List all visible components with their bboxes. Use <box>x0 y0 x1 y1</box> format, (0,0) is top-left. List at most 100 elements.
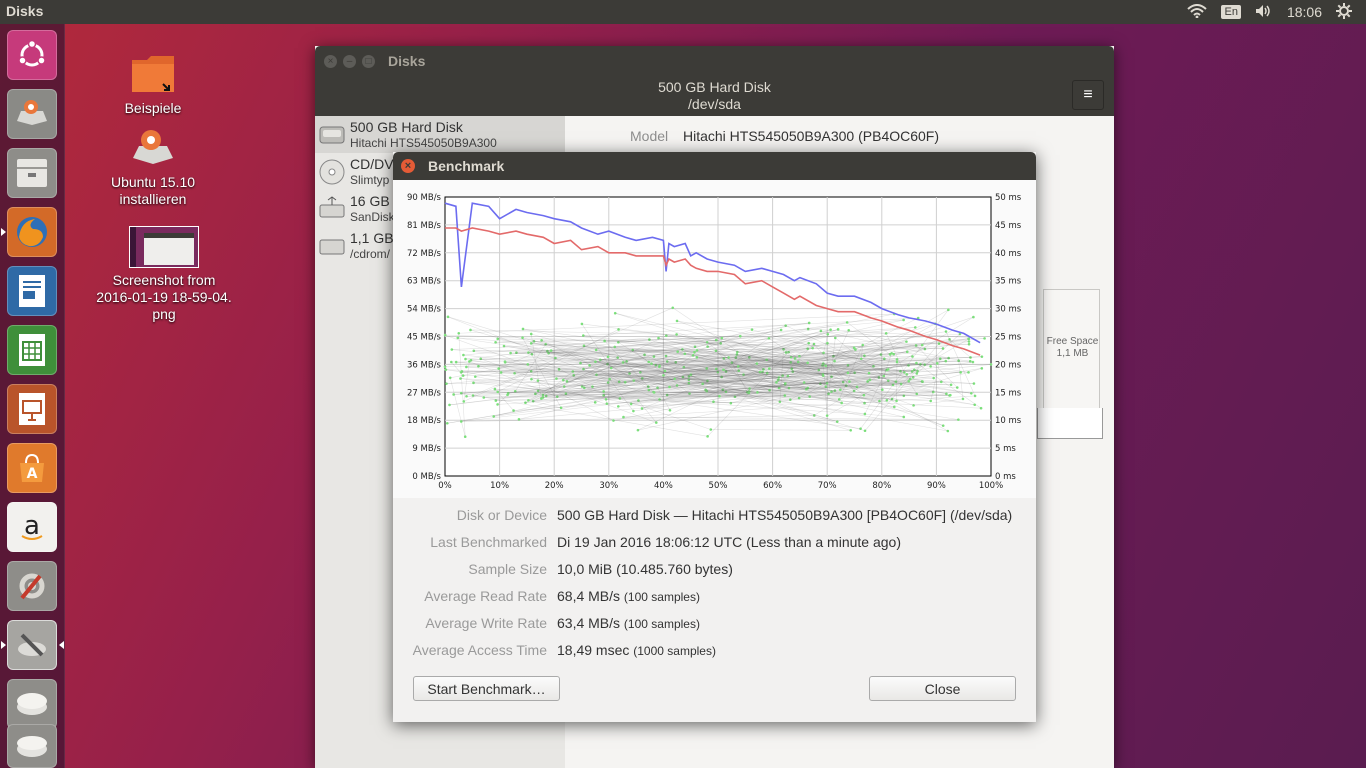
benchmark-dialog: × Benchmark 0% 10% 20% 30% 40% 50% 60% 70% 80% 90… <box>393 152 1036 722</box>
disk-label: Disk or Device <box>456 507 547 523</box>
installer-icon <box>129 126 177 170</box>
x-tick-label: 0% <box>438 481 452 491</box>
free-space-partition[interactable]: Free Space 1,1 MB <box>1043 289 1100 409</box>
access-time-label: Average Access Time <box>412 642 547 658</box>
hamburger-menu-icon: ≡ <box>1083 86 1093 103</box>
x-tick-label: 70% <box>818 481 837 491</box>
write-rate-label: Average Write Rate <box>425 615 547 631</box>
window-minimize-button[interactable]: – <box>343 55 356 68</box>
firefox-icon[interactable] <box>1 207 57 257</box>
y-left-tick-label: 27 MB/s <box>407 388 442 398</box>
desktop-icon-beispiele[interactable]: Beispiele <box>113 52 193 117</box>
free-space-text: Free Space 1,1 MB <box>1044 336 1101 360</box>
access-time-number: 18,49 msec <box>557 642 630 658</box>
x-tick-label: 60% <box>763 481 782 491</box>
y-right-tick-label: 30 ms <box>995 305 1022 315</box>
device-name: 16 GB I <box>350 193 398 209</box>
amazon-icon[interactable]: a <box>7 502 57 552</box>
disk-image-icon <box>318 232 346 263</box>
wifi-icon[interactable] <box>1187 3 1208 21</box>
volume-icon[interactable] <box>1255 4 1273 21</box>
libreoffice-calc-icon[interactable] <box>7 325 57 375</box>
disk-value: 500 GB Hard Disk — Hitachi HTS545050B9A3… <box>557 507 1013 523</box>
device-sub: Slimtyp <box>350 173 390 187</box>
disks-app-icon[interactable] <box>1 620 64 670</box>
window-title: Disks <box>388 53 426 69</box>
y-left-tick-label: 0 MB/s <box>412 472 441 482</box>
desktop-icon-label-line3: png <box>152 306 176 322</box>
system-settings-icon[interactable] <box>7 561 57 611</box>
start-benchmark-button[interactable]: Start Benchmark… <box>413 676 560 701</box>
desktop-icon-screenshot[interactable]: Screenshot from 2016-01-19 18-59-04. png <box>90 226 238 323</box>
free-space-label: Free Space <box>1046 336 1099 347</box>
write-rate-number: 63,4 MB/s <box>557 615 621 631</box>
svg-text:a: a <box>24 512 40 541</box>
y-left-tick-label: 18 MB/s <box>407 416 442 426</box>
y-right-tick-label: 40 ms <box>995 249 1022 259</box>
last-benchmarked-value: Di 19 Jan 2016 18:06:12 UTC (Less than a… <box>557 534 901 550</box>
image-thumbnail-icon <box>129 226 199 268</box>
device-sub: /cdrom/ <box>350 247 391 261</box>
top-panel: Disks En 18:06 <box>0 0 1366 24</box>
y-left-tick-label: 9 MB/s <box>412 444 441 454</box>
running-indicator <box>1 228 6 236</box>
y-right-tick-label: 25 ms <box>995 333 1022 343</box>
x-tick-label: 90% <box>927 481 946 491</box>
y-left-tick-label: 36 MB/s <box>407 360 442 370</box>
folder-icon <box>129 52 177 96</box>
menu-button[interactable]: ≡ <box>1072 80 1104 110</box>
y-left-tick-label: 54 MB/s <box>407 305 442 315</box>
y-right-tick-label: 0 ms <box>995 472 1016 482</box>
x-tick-label: 10% <box>490 481 509 491</box>
device-sub: SanDisk <box>350 210 395 224</box>
partition-bar-segment[interactable] <box>1037 408 1103 439</box>
access-samples: (1000 samples) <box>633 644 716 658</box>
access-time-value: 18,49 msec (1000 samples) <box>557 642 716 658</box>
y-left-tick-label: 81 MB/s <box>407 221 442 231</box>
install-ubuntu-icon[interactable] <box>7 89 57 139</box>
free-space-size: 1,1 MB <box>1056 348 1089 359</box>
device-item-harddisk[interactable]: 500 GB Hard Disk Hitachi HTS545050B9A300 <box>315 116 565 153</box>
desktop-icon-label-line2: 2016-01-19 18-59-04. <box>96 289 232 305</box>
removable-drive-icon[interactable] <box>7 724 57 768</box>
x-tick-label: 100% <box>979 481 1003 491</box>
x-tick-label: 50% <box>709 481 728 491</box>
benchmark-chart: 0% 10% 20% 30% 40% 50% 60% 70% 80% 90% 100% 0 MB/s 9… <box>393 180 1036 498</box>
running-indicator <box>1 641 6 649</box>
drive-icon[interactable] <box>7 679 57 729</box>
ubuntu-dash-icon[interactable] <box>7 30 57 80</box>
libreoffice-impress-icon[interactable] <box>7 384 57 434</box>
desktop-icon-install-ubuntu[interactable]: Ubuntu 15.10 installieren <box>103 126 203 208</box>
system-tray: En 18:06 <box>1187 0 1366 24</box>
libreoffice-writer-icon[interactable] <box>7 266 57 316</box>
device-name: CD/DV <box>350 156 394 172</box>
y-left-tick-label: 72 MB/s <box>407 249 442 259</box>
svg-text:A: A <box>27 466 38 482</box>
access-time-point <box>863 412 867 416</box>
access-time-point <box>668 408 672 412</box>
last-benchmarked-label: Last Benchmarked <box>430 534 547 550</box>
desktop-icon-label-line1: Screenshot from <box>112 272 216 288</box>
active-app-title: Disks <box>6 3 44 19</box>
files-icon[interactable] <box>7 148 57 198</box>
clock[interactable]: 18:06 <box>1287 4 1322 20</box>
y-right-tick-label: 5 ms <box>995 444 1016 454</box>
software-center-icon[interactable]: A <box>7 443 57 493</box>
read-samples: (100 samples) <box>623 590 700 604</box>
dialog-close-icon[interactable]: × <box>401 159 415 173</box>
y-right-tick-label: 35 ms <box>995 277 1022 287</box>
close-button[interactable]: Close <box>869 676 1016 701</box>
sample-size-value: 10,0 MiB (10.485.760 bytes) <box>557 561 733 577</box>
keyboard-layout-indicator[interactable]: En <box>1221 5 1241 19</box>
disks-headerbar: × – □ Disks 500 GB Hard Disk /dev/sda ≡ <box>315 46 1114 116</box>
read-rate-number: 68,4 MB/s <box>557 588 621 604</box>
window-maximize-button[interactable]: □ <box>362 55 375 68</box>
launcher: A a <box>0 24 65 768</box>
access-time-point <box>530 377 533 381</box>
device-sub: Hitachi HTS545050B9A300 <box>350 136 497 150</box>
read-rate-value: 68,4 MB/s (100 samples) <box>557 588 700 604</box>
settings-gear-icon[interactable] <box>1336 2 1352 22</box>
window-close-button[interactable]: × <box>324 55 337 68</box>
y-left-tick-label: 45 MB/s <box>407 333 442 343</box>
focused-indicator <box>59 641 64 649</box>
